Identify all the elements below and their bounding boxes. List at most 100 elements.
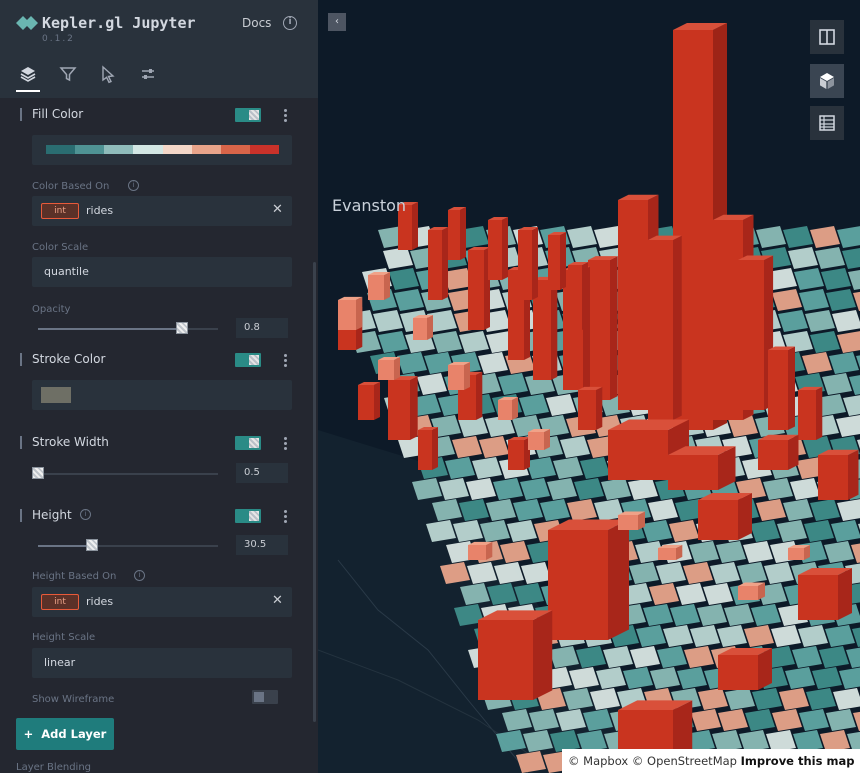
stroke-width-slider-handle[interactable] bbox=[32, 467, 44, 479]
palette-swatch bbox=[249, 145, 279, 154]
bar-side-face bbox=[788, 434, 799, 470]
ground-hex-tile bbox=[853, 711, 860, 731]
cube-icon bbox=[820, 73, 834, 89]
mapbox-attribution-link[interactable]: © Mapbox bbox=[568, 754, 628, 768]
ground-hex-tile bbox=[771, 625, 801, 647]
map-legend-button[interactable] bbox=[810, 106, 844, 140]
stroke-width-header[interactable]: Stroke Width bbox=[20, 435, 109, 449]
bar-front-face bbox=[378, 360, 394, 380]
ground-hex-tile bbox=[643, 604, 673, 626]
bar-side-face bbox=[758, 648, 772, 690]
ground-hex-tile bbox=[837, 226, 860, 248]
bar-front-face bbox=[798, 390, 816, 440]
stroke-color-header[interactable]: Stroke Color bbox=[20, 352, 105, 366]
ground-hex-tile bbox=[383, 247, 413, 269]
map-view[interactable]: ‹ Evanston © Mapbox © OpenStreetMap Impr… bbox=[318, 0, 860, 773]
ground-hex-tile bbox=[629, 562, 659, 584]
tab-layers[interactable] bbox=[16, 64, 40, 92]
docs-link[interactable]: Docs bbox=[242, 16, 271, 30]
ground-hex-tile bbox=[472, 457, 502, 479]
height-more-icon[interactable] bbox=[282, 509, 288, 523]
bar-front-face bbox=[738, 260, 764, 410]
bar-front-face bbox=[618, 200, 648, 410]
bar-front-face bbox=[738, 586, 758, 600]
map-attribution: © Mapbox © OpenStreetMap Improve this ma… bbox=[562, 749, 860, 773]
stroke-color-more-icon[interactable] bbox=[282, 353, 288, 367]
height-info-icon[interactable]: i bbox=[80, 509, 91, 520]
ground-hex-tile bbox=[459, 331, 489, 353]
height-based-on-info-icon[interactable]: i bbox=[134, 570, 145, 581]
stroke-width-input[interactable]: 0.5 bbox=[236, 463, 288, 483]
height-slider-fill bbox=[38, 545, 92, 547]
panel-scrollbar[interactable] bbox=[313, 262, 316, 722]
tab-map-style[interactable] bbox=[138, 64, 158, 86]
bar-front-face bbox=[498, 400, 512, 420]
bar-front-face bbox=[818, 455, 848, 500]
color-scale-value: quantile bbox=[44, 265, 89, 278]
color-based-on-label: Color Based On bbox=[32, 181, 110, 192]
height-toggle[interactable] bbox=[235, 509, 261, 523]
ground-hex-tile bbox=[540, 499, 570, 521]
ground-hex-tile bbox=[756, 499, 786, 521]
height-slider-handle[interactable] bbox=[86, 539, 98, 551]
split-map-button[interactable] bbox=[810, 20, 844, 54]
ground-hex-tile bbox=[683, 562, 713, 584]
color-scale-select[interactable]: quantile bbox=[32, 257, 292, 287]
osm-attribution-link[interactable]: © OpenStreetMap bbox=[632, 754, 737, 768]
height-header[interactable]: Height bbox=[20, 508, 72, 522]
bar-front-face bbox=[413, 318, 427, 340]
opacity-slider-handle[interactable] bbox=[176, 322, 188, 334]
tab-filters[interactable] bbox=[58, 64, 78, 86]
hexbin-3d-map[interactable] bbox=[318, 0, 860, 773]
ground-hex-tile bbox=[636, 625, 666, 647]
stroke-color-selector[interactable] bbox=[32, 380, 292, 410]
panel-header: Kepler.gl Jupyter 0.1.2 Docs i bbox=[0, 0, 318, 98]
fill-color-header[interactable]: Fill Color bbox=[20, 107, 83, 121]
stroke-color-toggle[interactable] bbox=[235, 353, 261, 367]
ground-hex-tile bbox=[812, 667, 842, 689]
stroke-color-swatch bbox=[41, 387, 71, 403]
fill-color-toggle[interactable] bbox=[235, 108, 261, 122]
color-field-value: rides bbox=[86, 204, 114, 217]
ground-hex-tile bbox=[737, 562, 767, 584]
ground-hex-tile bbox=[567, 499, 597, 521]
palette-swatch bbox=[133, 145, 163, 154]
ground-hex-tile bbox=[519, 394, 549, 416]
tab-interactions[interactable] bbox=[98, 64, 118, 86]
ground-hex-tile bbox=[744, 625, 774, 647]
bar-side-face bbox=[394, 357, 400, 380]
side-panel: Kepler.gl Jupyter 0.1.2 Docs i Fill Colo… bbox=[0, 0, 318, 773]
color-field-selector[interactable]: int rides ✕ bbox=[32, 196, 292, 226]
bar-front-face bbox=[548, 530, 608, 640]
height-scale-select[interactable]: linear bbox=[32, 648, 292, 678]
color-range-selector[interactable] bbox=[32, 135, 292, 165]
stroke-width-toggle[interactable] bbox=[235, 436, 261, 450]
bar-front-face bbox=[578, 390, 596, 430]
bar-side-face bbox=[486, 541, 493, 560]
ground-hex-tile bbox=[804, 520, 834, 542]
clear-height-field-icon[interactable]: ✕ bbox=[272, 593, 283, 608]
ground-hex-tile bbox=[486, 499, 516, 521]
panel-tabs bbox=[0, 60, 318, 98]
layer-blending-label: Layer Blending bbox=[16, 762, 91, 773]
fill-color-more-icon[interactable] bbox=[282, 108, 288, 122]
stroke-width-slider-track[interactable] bbox=[38, 473, 218, 475]
collapse-panel-button[interactable]: ‹ bbox=[328, 13, 346, 31]
improve-map-link[interactable]: Improve this map bbox=[741, 754, 855, 768]
ground-hex-tile bbox=[752, 688, 782, 710]
color-based-on-info-icon[interactable]: i bbox=[128, 180, 139, 191]
clear-color-field-icon[interactable]: ✕ bbox=[272, 202, 283, 217]
info-icon[interactable]: i bbox=[283, 16, 297, 30]
bar-front-face bbox=[798, 575, 838, 620]
ground-hex-tile bbox=[389, 268, 419, 290]
show-wireframe-toggle[interactable] bbox=[252, 690, 278, 704]
add-layer-button[interactable]: + Add Layer bbox=[16, 718, 114, 750]
bar-side-face bbox=[384, 272, 390, 300]
stroke-width-more-icon[interactable] bbox=[282, 436, 288, 450]
opacity-input[interactable]: 0.8 bbox=[236, 318, 288, 338]
height-field-selector[interactable]: int rides ✕ bbox=[32, 587, 292, 617]
height-input[interactable]: 30.5 bbox=[236, 535, 288, 555]
ground-hex-tile bbox=[743, 541, 773, 563]
height-based-on-label: Height Based On bbox=[32, 571, 117, 582]
3d-view-button[interactable] bbox=[810, 64, 844, 98]
